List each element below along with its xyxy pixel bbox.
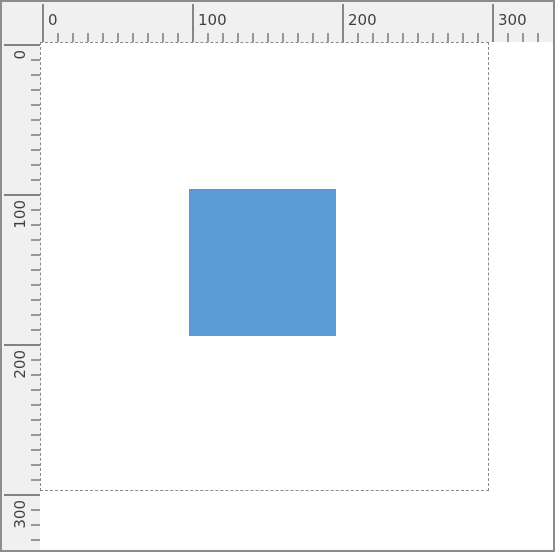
horizontal-ruler-label: 0 bbox=[48, 11, 58, 29]
horizontal-ruler-ticks: 0 100 200 300 bbox=[42, 4, 539, 42]
drawing-canvas[interactable] bbox=[40, 42, 553, 550]
blue-rectangle-shape[interactable] bbox=[189, 189, 336, 336]
vertical-ruler-label: 200 bbox=[11, 350, 29, 379]
horizontal-ruler[interactable]: 0 100 200 300 bbox=[40, 2, 553, 42]
vertical-ruler-ticks: 0 100 200 300 bbox=[4, 44, 40, 541]
horizontal-ruler-label: 200 bbox=[348, 11, 377, 29]
editor-window: 0 100 200 300 0 100 200 300 bbox=[0, 0, 555, 552]
horizontal-ruler-label: 100 bbox=[198, 11, 227, 29]
ruler-corner bbox=[2, 2, 40, 42]
vertical-ruler-label: 300 bbox=[11, 500, 29, 529]
horizontal-ruler-label: 300 bbox=[498, 11, 527, 29]
vertical-ruler[interactable]: 0 100 200 300 bbox=[2, 42, 40, 550]
vertical-ruler-label: 100 bbox=[11, 200, 29, 229]
vertical-ruler-label: 0 bbox=[11, 50, 29, 60]
